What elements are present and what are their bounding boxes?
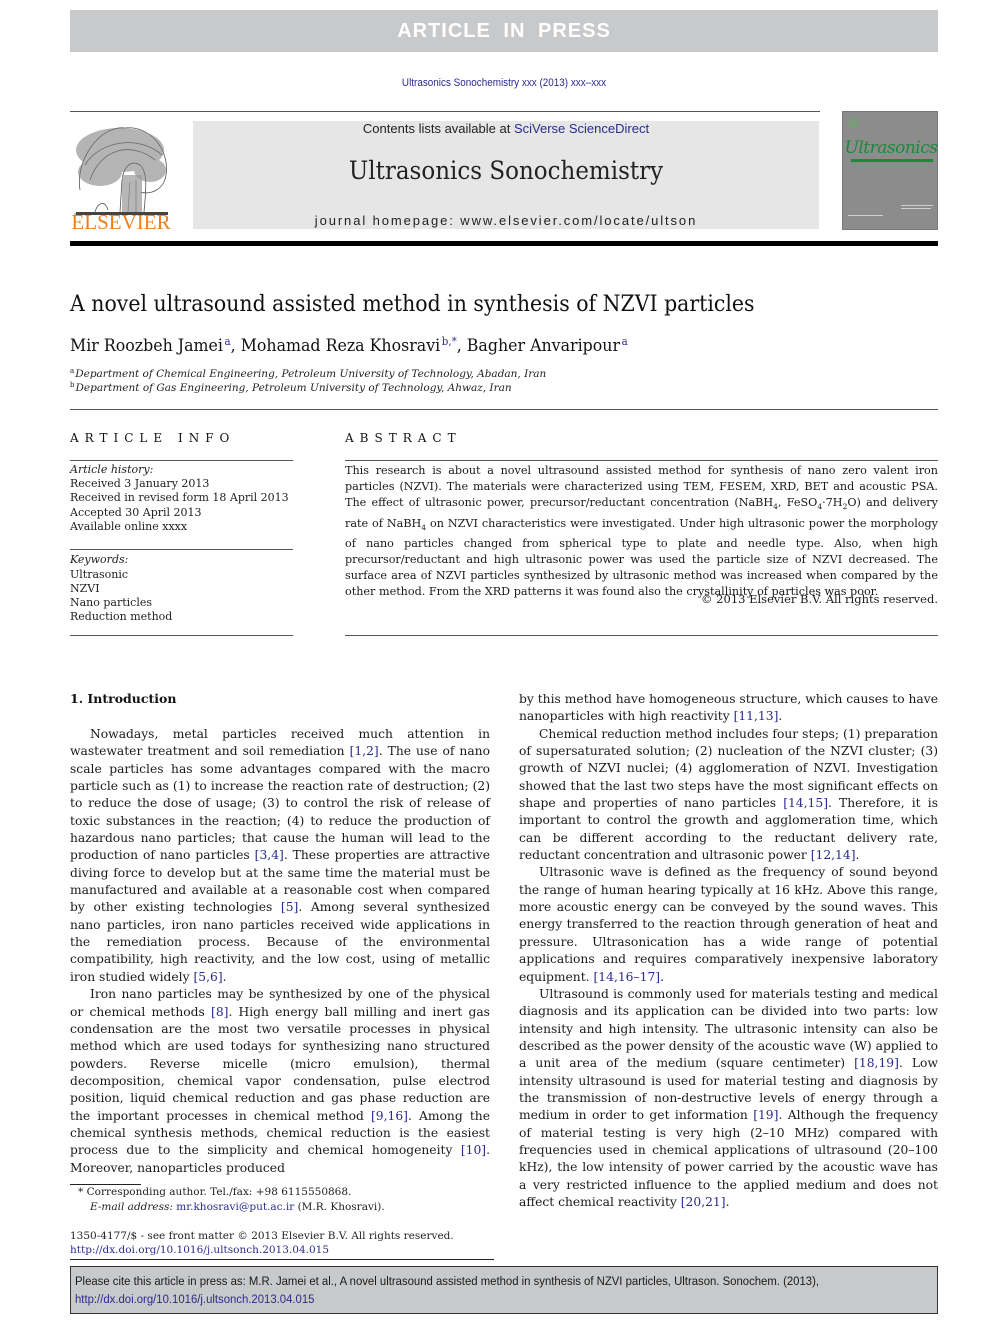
keywords-label: Keywords: xyxy=(70,553,129,566)
journal-homepage: journal homepage: www.elsevier.com/locat… xyxy=(193,213,819,228)
keyword: Reduction method xyxy=(70,610,173,623)
citation-link[interactable]: [14,16–17] xyxy=(594,970,661,984)
body-column-right: by this method have homogeneous structur… xyxy=(519,691,938,1211)
affiliation: bDepartment of Gas Engineering, Petroleu… xyxy=(70,381,512,394)
history-item: Received 3 January 2013 xyxy=(70,477,210,490)
email-note: E-mail address: mr.khosravi@put.ac.ir (M… xyxy=(90,1201,385,1213)
citation-link[interactable]: [20,21] xyxy=(681,1195,726,1209)
citation-link[interactable]: [12,14] xyxy=(811,848,856,862)
abstract-heading: ABSTRACT xyxy=(345,431,462,445)
citation-link[interactable]: [11,13] xyxy=(734,709,779,723)
elsevier-wordmark[interactable]: ELSEVIER xyxy=(70,210,172,235)
citation-link[interactable]: [14,15] xyxy=(783,796,828,810)
citation-link[interactable]: [9,16] xyxy=(371,1109,408,1123)
article-info-rule xyxy=(70,549,293,550)
homepage-label: journal homepage: xyxy=(314,213,461,228)
issn-line: 1350-4177/$ - see front matter © 2013 El… xyxy=(70,1230,454,1242)
cover-footer-line xyxy=(848,215,883,216)
article-info-heading: ARTICLE INFO xyxy=(70,431,236,445)
article-in-press-banner: ARTICLE IN PRESS xyxy=(70,10,938,52)
abstract-copyright: © 2013 Elsevier B.V. All rights reserved… xyxy=(701,592,938,606)
citation-link[interactable]: [3,4] xyxy=(255,848,284,862)
abstract-body: This research is about a novel ultrasoun… xyxy=(345,464,938,599)
paragraph: by this method have homogeneous structur… xyxy=(519,692,938,724)
article-info-rule xyxy=(70,635,293,636)
author-name[interactable]: Mir Roozbeh Jamei xyxy=(70,336,223,356)
citation-link[interactable]: [8] xyxy=(211,1005,228,1019)
cover-editor-line xyxy=(901,208,931,209)
section-heading-introduction: 1. Introduction xyxy=(70,691,177,706)
author-name[interactable]: Mohamad Reza Khosravi xyxy=(241,336,441,356)
masthead-thick-rule xyxy=(70,241,938,246)
affiliation: aDepartment of Chemical Engineering, Pet… xyxy=(70,367,546,380)
affiliation-text: Department of Gas Engineering, Petroleum… xyxy=(75,382,512,394)
abstract-rule xyxy=(345,460,938,461)
journal-reference[interactable]: Ultrasonics Sonochemistry xxx (2013) xxx… xyxy=(50,77,957,89)
sciencedirect-link[interactable]: SciVerse ScienceDirect xyxy=(514,121,649,136)
article-info-rule xyxy=(70,460,293,461)
author-affiliation-marker[interactable]: a xyxy=(225,335,231,348)
citation-doi-link[interactable]: http://dx.doi.org/10.1016/j.ultsonch.201… xyxy=(75,1292,314,1306)
affiliation-marker: b xyxy=(70,381,75,389)
article-history-label: Article history: xyxy=(70,463,154,476)
affiliation-text: Department of Chemical Engineering, Petr… xyxy=(75,368,547,380)
doi-link-text[interactable]: http://dx.doi.org/10.1016/j.ultsonch.201… xyxy=(70,1244,329,1256)
keyword: Ultrasonic xyxy=(70,568,129,581)
paragraph: Chemical reduction method includes four … xyxy=(519,726,939,863)
citation-link[interactable]: [5] xyxy=(281,900,298,914)
abstract-rule xyxy=(345,635,938,636)
contents-prefix: Contents lists available at xyxy=(362,121,514,136)
article-title: A novel ultrasound assisted method in sy… xyxy=(70,292,755,317)
author-affiliation-marker[interactable]: a xyxy=(622,335,628,348)
citation-link[interactable]: [10] xyxy=(461,1143,486,1157)
affiliation-marker: a xyxy=(70,367,75,375)
citation-box: Please cite this article in press as: M.… xyxy=(70,1266,938,1314)
journal-reference-text[interactable]: Ultrasonics Sonochemistry xxx (2013) xxx… xyxy=(402,77,606,89)
history-item: Available online xxxx xyxy=(70,520,188,533)
paragraph: Ultrasound is commonly used for material… xyxy=(519,986,938,1209)
citation-link[interactable]: [1,2] xyxy=(350,744,379,758)
corresponding-author-note: * Corresponding author. Tel./fax: +98 61… xyxy=(78,1186,352,1198)
cover-band xyxy=(851,159,933,162)
email-label: E-mail address: xyxy=(90,1201,177,1213)
author-affiliation-marker[interactable]: b,* xyxy=(442,335,457,348)
article-in-press-label: ARTICLE IN PRESS xyxy=(397,19,611,42)
paragraph: Iron nano particles may be synthesized b… xyxy=(70,987,490,1175)
journal-title: Ultrasonics Sonochemistry xyxy=(348,156,664,185)
paragraph: Nowadays, metal particles received much … xyxy=(70,727,490,984)
doi-link[interactable]: http://dx.doi.org/10.1016/j.ultsonch.201… xyxy=(70,1244,329,1256)
history-item: Received in revised form 18 April 2013 xyxy=(70,491,289,504)
homepage-link[interactable]: www.elsevier.com/locate/ultson xyxy=(460,213,697,228)
citation-link[interactable]: [5,6] xyxy=(193,970,222,984)
author-name[interactable]: Bagher Anvaripour xyxy=(467,336,620,356)
citation-text: Please cite this article in press as: M.… xyxy=(75,1274,819,1288)
body-column-left: Nowadays, metal particles received much … xyxy=(70,726,490,1177)
header-rule xyxy=(70,111,820,112)
footer-rule xyxy=(70,1259,494,1260)
citation-link[interactable]: [19] xyxy=(753,1108,778,1122)
email-suffix: (M.R. Khosravi). xyxy=(294,1201,385,1213)
history-item: Accepted 30 April 2013 xyxy=(70,506,202,519)
author-list: Mir Roozbeh Jamei a, Mohamad Reza Khosra… xyxy=(70,335,628,356)
keyword: NZVI xyxy=(70,582,100,595)
keyword: Nano particles xyxy=(70,596,153,609)
cover-editor-line xyxy=(901,205,933,206)
footnote-rule xyxy=(70,1184,141,1185)
cover-logo-icon xyxy=(849,118,858,128)
journal-cover-thumbnail[interactable]: Ultrasonics xyxy=(842,111,938,230)
contents-line: Contents lists available at SciVerse Sci… xyxy=(193,121,819,136)
section-divider xyxy=(70,409,938,410)
cover-title: Ultrasonics xyxy=(844,138,938,158)
paragraph: Ultrasonic wave is defined as the freque… xyxy=(519,865,938,984)
citation-link[interactable]: [18,19] xyxy=(854,1056,899,1070)
email-link[interactable]: mr.khosravi@put.ac.ir xyxy=(176,1201,294,1213)
